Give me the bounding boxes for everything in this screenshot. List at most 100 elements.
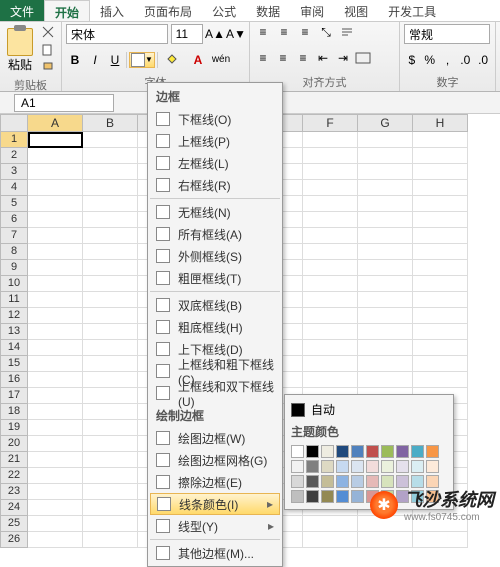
row-header[interactable]: 2 — [0, 148, 28, 164]
cell[interactable] — [83, 452, 138, 468]
color-swatch[interactable] — [351, 445, 364, 458]
decrease-indent-button[interactable]: ⇤ — [314, 50, 332, 66]
col-header-A[interactable]: A — [28, 114, 83, 132]
cell[interactable] — [28, 324, 83, 340]
color-swatch[interactable] — [336, 490, 349, 503]
cell[interactable] — [303, 532, 358, 548]
dropdown-item[interactable]: 上框线和双下框线(U) — [150, 382, 280, 404]
cell[interactable] — [28, 132, 83, 148]
color-swatch[interactable] — [306, 445, 319, 458]
font-name-select[interactable]: 宋体 — [66, 24, 168, 44]
tab-insert[interactable]: 插入 — [90, 0, 134, 21]
cell[interactable] — [413, 532, 468, 548]
color-swatch[interactable] — [366, 445, 379, 458]
dropdown-item[interactable]: 所有框线(A) — [150, 223, 280, 245]
row-header[interactable]: 18 — [0, 404, 28, 420]
dropdown-item[interactable]: 绘图边框网格(G) — [150, 449, 280, 471]
paste-button[interactable]: 粘贴 — [4, 28, 36, 73]
color-swatch[interactable] — [351, 490, 364, 503]
cell[interactable] — [28, 516, 83, 532]
cell[interactable] — [358, 532, 413, 548]
cell[interactable] — [303, 244, 358, 260]
cell[interactable] — [28, 468, 83, 484]
cut-button[interactable] — [39, 24, 57, 40]
dropdown-item[interactable]: 线条颜色(I)▸ — [150, 493, 280, 515]
cell[interactable] — [413, 276, 468, 292]
row-header[interactable]: 10 — [0, 276, 28, 292]
align-left-button[interactable]: ≡ — [254, 50, 272, 66]
row-header[interactable]: 6 — [0, 212, 28, 228]
cell[interactable] — [303, 356, 358, 372]
cell[interactable] — [303, 308, 358, 324]
dropdown-item[interactable]: 粗匣框线(T) — [150, 267, 280, 289]
col-header-F[interactable]: F — [303, 114, 358, 132]
cell[interactable] — [358, 276, 413, 292]
cell[interactable] — [413, 196, 468, 212]
row-header[interactable]: 13 — [0, 324, 28, 340]
cell[interactable] — [303, 372, 358, 388]
cell[interactable] — [83, 308, 138, 324]
align-right-button[interactable]: ≡ — [294, 50, 312, 66]
color-swatch[interactable] — [291, 445, 304, 458]
cell[interactable] — [83, 260, 138, 276]
color-swatch[interactable] — [306, 490, 319, 503]
cell[interactable] — [358, 164, 413, 180]
tab-home[interactable]: 开始 — [44, 0, 90, 21]
row-header[interactable]: 20 — [0, 436, 28, 452]
col-header-H[interactable]: H — [413, 114, 468, 132]
cell[interactable] — [413, 244, 468, 260]
cell[interactable] — [28, 420, 83, 436]
cell[interactable] — [303, 260, 358, 276]
cell[interactable] — [83, 484, 138, 500]
cell[interactable] — [28, 484, 83, 500]
border-button[interactable]: ▼ — [129, 52, 155, 68]
cell[interactable] — [303, 164, 358, 180]
color-swatch[interactable] — [396, 445, 409, 458]
dropdown-item[interactable]: 线型(Y)▸ — [150, 515, 280, 537]
cell[interactable] — [28, 308, 83, 324]
cell[interactable] — [28, 260, 83, 276]
tab-view[interactable]: 视图 — [334, 0, 378, 21]
dropdown-item[interactable]: 上框线(P) — [150, 130, 280, 152]
dropdown-item[interactable]: 左框线(L) — [150, 152, 280, 174]
cell[interactable] — [303, 212, 358, 228]
row-header[interactable]: 5 — [0, 196, 28, 212]
row-header[interactable]: 17 — [0, 388, 28, 404]
color-swatch[interactable] — [381, 460, 394, 473]
color-swatch[interactable] — [336, 475, 349, 488]
dropdown-item[interactable]: 右框线(R) — [150, 174, 280, 196]
cell[interactable] — [83, 324, 138, 340]
cell[interactable] — [303, 196, 358, 212]
cell[interactable] — [83, 388, 138, 404]
row-header[interactable]: 9 — [0, 260, 28, 276]
cell[interactable] — [413, 292, 468, 308]
cell[interactable] — [83, 132, 138, 148]
color-swatch[interactable] — [396, 460, 409, 473]
row-header[interactable]: 19 — [0, 420, 28, 436]
number-format-select[interactable]: 常规 — [404, 24, 490, 44]
cell[interactable] — [358, 372, 413, 388]
cell[interactable] — [28, 292, 83, 308]
tab-layout[interactable]: 页面布局 — [134, 0, 202, 21]
cell[interactable] — [28, 356, 83, 372]
cell[interactable] — [358, 340, 413, 356]
row-header[interactable]: 22 — [0, 468, 28, 484]
tab-review[interactable]: 审阅 — [290, 0, 334, 21]
row-header[interactable]: 12 — [0, 308, 28, 324]
increase-decimal-button[interactable]: .0 — [457, 52, 473, 68]
cell[interactable] — [83, 516, 138, 532]
percent-button[interactable]: % — [422, 52, 438, 68]
cell[interactable] — [83, 292, 138, 308]
cell[interactable] — [83, 228, 138, 244]
tab-dev[interactable]: 开发工具 — [378, 0, 446, 21]
cell[interactable] — [28, 212, 83, 228]
align-bottom-button[interactable]: ≡ — [296, 24, 314, 40]
cell[interactable] — [28, 244, 83, 260]
cell[interactable] — [83, 212, 138, 228]
cell[interactable] — [413, 260, 468, 276]
cell[interactable] — [28, 340, 83, 356]
cell[interactable] — [303, 340, 358, 356]
cell[interactable] — [358, 292, 413, 308]
cell[interactable] — [303, 228, 358, 244]
format-painter-button[interactable] — [39, 60, 57, 76]
